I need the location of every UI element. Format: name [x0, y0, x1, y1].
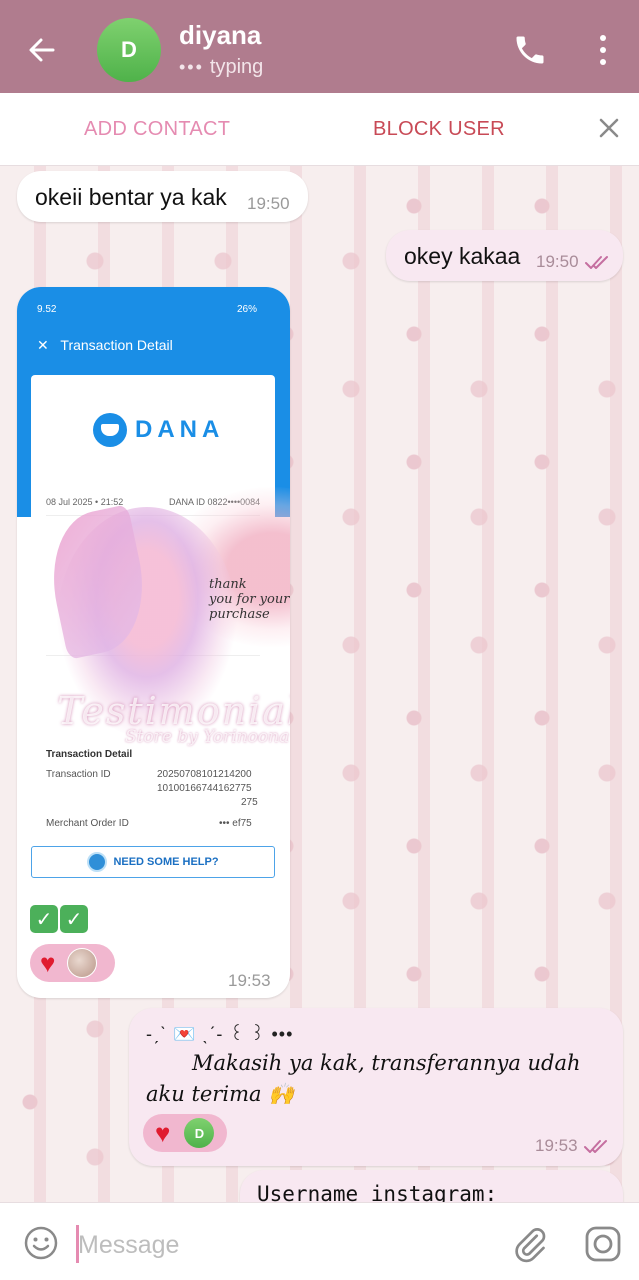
- message-decoration: -ˏˋ 💌 ˎˊ- ꒰ ꒱ •••: [146, 1024, 294, 1044]
- receipt-title: ✕ Transaction Detail: [37, 337, 173, 353]
- watermark-line2: you for your purchase: [209, 592, 290, 622]
- instagram-camera-button[interactable]: [584, 1225, 622, 1263]
- dot-icon: [600, 47, 606, 53]
- call-button[interactable]: [512, 32, 548, 68]
- receipt-title-text: Transaction Detail: [60, 337, 173, 353]
- watermark-thank-you: thank you for your purchase: [209, 577, 290, 622]
- reactor-avatar: D: [184, 1118, 215, 1148]
- dot-icon: [600, 59, 606, 65]
- message-input[interactable]: [78, 1227, 478, 1263]
- message-text: Makasih ya kak, transferannya udah aku t…: [146, 1051, 581, 1106]
- transaction-id-line-2: 10100166744162775: [157, 783, 252, 794]
- transaction-id-line-3: 275: [241, 797, 258, 808]
- message-reaction[interactable]: ♥: [30, 944, 115, 982]
- dana-wordmark: DANA: [135, 416, 225, 443]
- close-icon: [599, 118, 619, 138]
- heart-icon: ♥: [40, 948, 56, 978]
- chat-header: D diyana ••• typing: [0, 0, 639, 93]
- receipt-battery: 26%: [237, 304, 258, 315]
- typing-dots-icon: •••: [179, 57, 204, 77]
- smiley-icon: [24, 1226, 58, 1260]
- contact-avatar[interactable]: D: [97, 18, 161, 82]
- merchant-order-value: ••• ef75: [219, 818, 252, 829]
- dana-logo: DANA: [93, 413, 224, 447]
- block-user-button[interactable]: BLOCK USER: [373, 118, 505, 141]
- transaction-id-line-1: 20250708101214200: [157, 769, 252, 780]
- check-mark-icon: ✓: [30, 905, 58, 933]
- need-help-button: NEED SOME HELP?: [31, 846, 275, 878]
- attach-button[interactable]: [512, 1225, 548, 1263]
- contact-name[interactable]: diyana: [179, 20, 261, 51]
- message-reaction[interactable]: ♥ D: [143, 1114, 227, 1152]
- transaction-screenshot-image[interactable]: 9.52 26% ✕ Transaction Detail DANA 08 Ju…: [17, 287, 290, 879]
- receipt-section-heading: Transaction Detail: [46, 749, 133, 760]
- back-button[interactable]: [22, 30, 62, 70]
- check-mark-icon: ✓: [60, 905, 88, 933]
- phone-icon: [516, 36, 544, 64]
- receipt-status-time: 9.52: [37, 304, 57, 315]
- double-check-icon: [583, 1140, 607, 1153]
- contact-status: ••• typing: [179, 56, 263, 79]
- add-contact-button[interactable]: ADD CONTACT: [84, 118, 230, 141]
- watermark-store: Store by Yorinoona: [125, 727, 290, 747]
- message-outgoing[interactable]: -ˏˋ 💌 ˎˊ- ꒰ ꒱ ••• Makasih ya kak, transf…: [129, 1008, 623, 1166]
- dana-logo-icon: [93, 413, 127, 447]
- receipt-date: 08 Jul 2025 • 21:52: [46, 497, 124, 507]
- reactor-avatar: [67, 948, 98, 978]
- help-avatar-icon: [87, 852, 108, 872]
- message-text: okey kakaa: [404, 243, 521, 269]
- status-text: typing: [209, 56, 264, 78]
- transaction-id-label: Transaction ID: [46, 769, 111, 780]
- emoji-checks: ✓ ✓: [30, 905, 88, 933]
- dot-icon: [600, 35, 606, 41]
- heart-icon: ♥: [155, 1118, 171, 1148]
- paperclip-icon: [515, 1228, 546, 1263]
- need-help-label: NEED SOME HELP?: [113, 856, 219, 868]
- message-time: 19:53: [228, 971, 271, 990]
- merchant-order-label: Merchant Order ID: [46, 818, 129, 829]
- message-time: 19:53: [535, 1136, 578, 1155]
- message-composer: [0, 1202, 639, 1280]
- message-outgoing[interactable]: okey kakaa 19:50: [386, 230, 623, 281]
- message-incoming-image[interactable]: 9.52 26% ✕ Transaction Detail DANA 08 Ju…: [17, 287, 290, 998]
- camera-icon: [585, 1226, 621, 1262]
- message-time: 19:50: [536, 252, 579, 271]
- more-options-button[interactable]: [588, 30, 618, 70]
- arrow-left-icon: [29, 38, 55, 62]
- double-check-icon: [584, 256, 608, 269]
- contact-action-bar: ADD CONTACT BLOCK USER: [0, 93, 639, 166]
- watermark-line1: thank: [209, 577, 247, 592]
- dismiss-bar-button[interactable]: [596, 115, 622, 141]
- message-time: 19:50: [247, 194, 290, 213]
- message-incoming[interactable]: okeii bentar ya kak 19:50: [17, 171, 308, 222]
- message-text: okeii bentar ya kak: [35, 184, 227, 210]
- emoji-button[interactable]: [23, 1225, 59, 1261]
